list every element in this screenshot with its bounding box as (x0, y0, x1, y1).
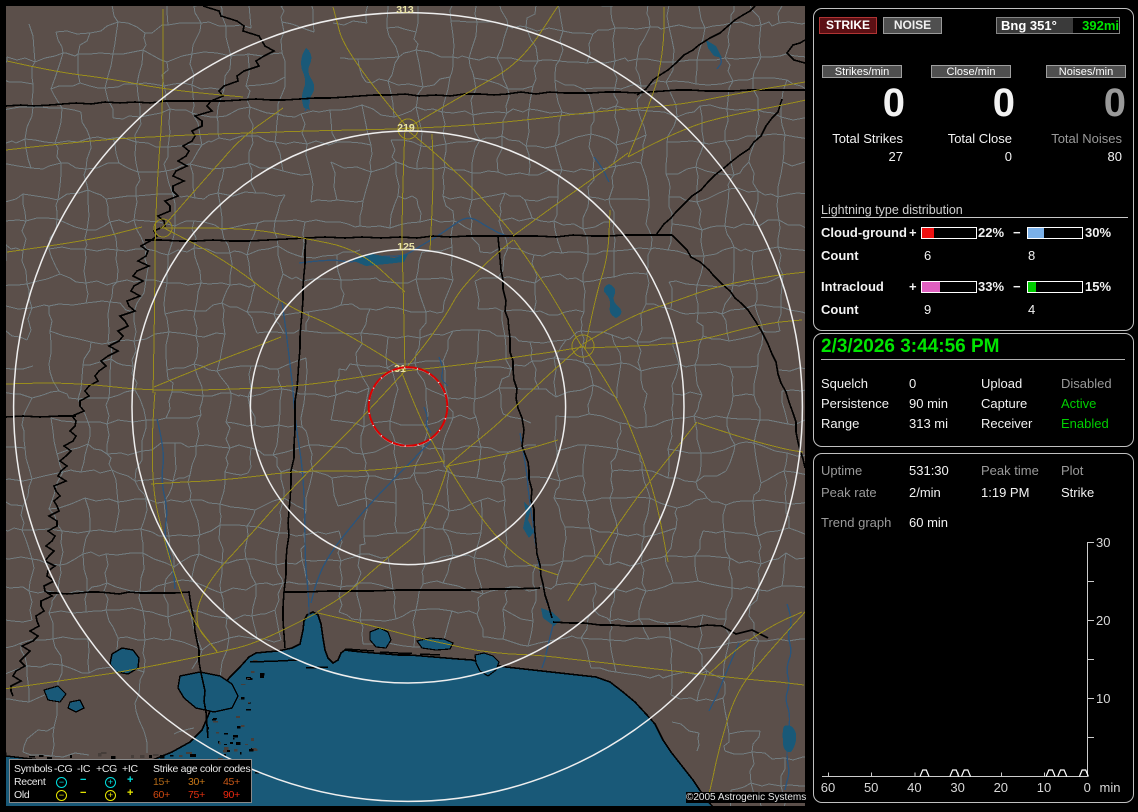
svg-text:30: 30 (1096, 535, 1110, 550)
svg-text:125: 125 (397, 241, 415, 253)
svg-text:0: 0 (1084, 780, 1091, 795)
svg-text:10: 10 (1037, 780, 1051, 795)
svg-text:219: 219 (397, 122, 415, 134)
svg-text:min: min (1100, 780, 1121, 795)
svg-text:30: 30 (950, 780, 964, 795)
svg-text:40: 40 (907, 780, 921, 795)
svg-text:10: 10 (1096, 691, 1110, 706)
svg-text:20: 20 (1096, 613, 1110, 628)
svg-text:20: 20 (994, 780, 1008, 795)
svg-text:60: 60 (821, 780, 835, 795)
svg-text:50: 50 (864, 780, 878, 795)
